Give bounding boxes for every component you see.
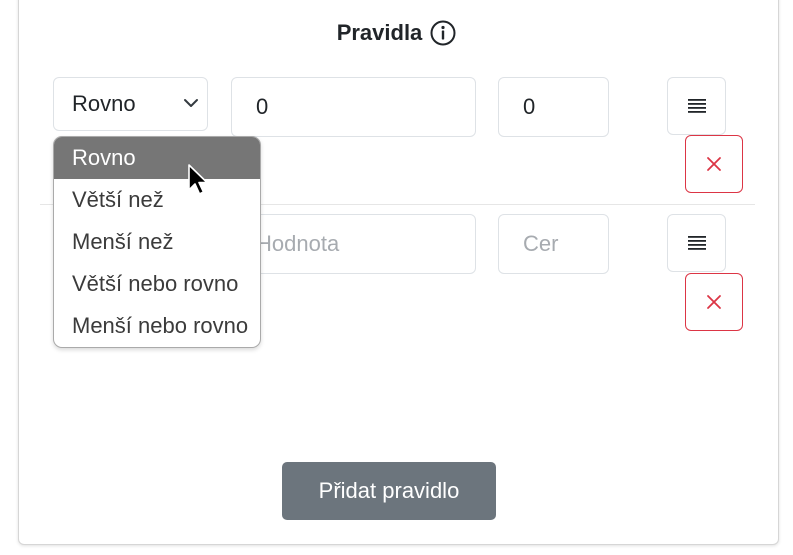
rule-target-placeholder: Cer <box>523 231 559 256</box>
dropdown-option[interactable]: Menší nebo rovno <box>54 305 260 347</box>
add-rule-button[interactable]: Přidat pravidlo <box>282 462 496 520</box>
section-title: Pravidla <box>336 20 423 45</box>
dropdown-option[interactable]: Větší nebo rovno <box>54 263 260 305</box>
operator-select-value: Rovno <box>72 91 136 116</box>
mouse-cursor-icon <box>188 164 208 195</box>
rule-value-text: 0 <box>256 94 269 119</box>
rule-target-text: 0 <box>523 94 536 119</box>
rule-delete-button[interactable] <box>685 135 743 193</box>
drag-handle-icon <box>687 236 706 250</box>
rule-move-button[interactable] <box>667 214 726 272</box>
rule-value-input[interactable]: 0 <box>231 77 476 137</box>
close-icon <box>707 295 721 309</box>
info-circle-icon[interactable] <box>430 20 456 46</box>
rule-move-button[interactable] <box>667 77 726 135</box>
drag-handle-icon <box>687 99 706 113</box>
rule-target-input[interactable]: 0 <box>498 77 609 137</box>
operator-select[interactable]: Rovno <box>53 77 208 131</box>
rule-value-input[interactable]: Hodnota <box>231 214 476 274</box>
dropdown-option[interactable]: Větší než <box>54 179 260 221</box>
close-icon <box>707 157 721 171</box>
section-header: Pravidla <box>0 20 793 46</box>
operator-dropdown-list[interactable]: Rovno Větší než Menší než Větší nebo rov… <box>53 136 261 348</box>
dropdown-option[interactable]: Menší než <box>54 221 260 263</box>
rule-delete-button[interactable] <box>685 273 743 331</box>
rule-target-input[interactable]: Cer <box>498 214 609 274</box>
chevron-down-icon <box>184 99 198 107</box>
dropdown-option[interactable]: Rovno <box>54 137 260 179</box>
rule-value-placeholder: Hodnota <box>256 231 340 256</box>
